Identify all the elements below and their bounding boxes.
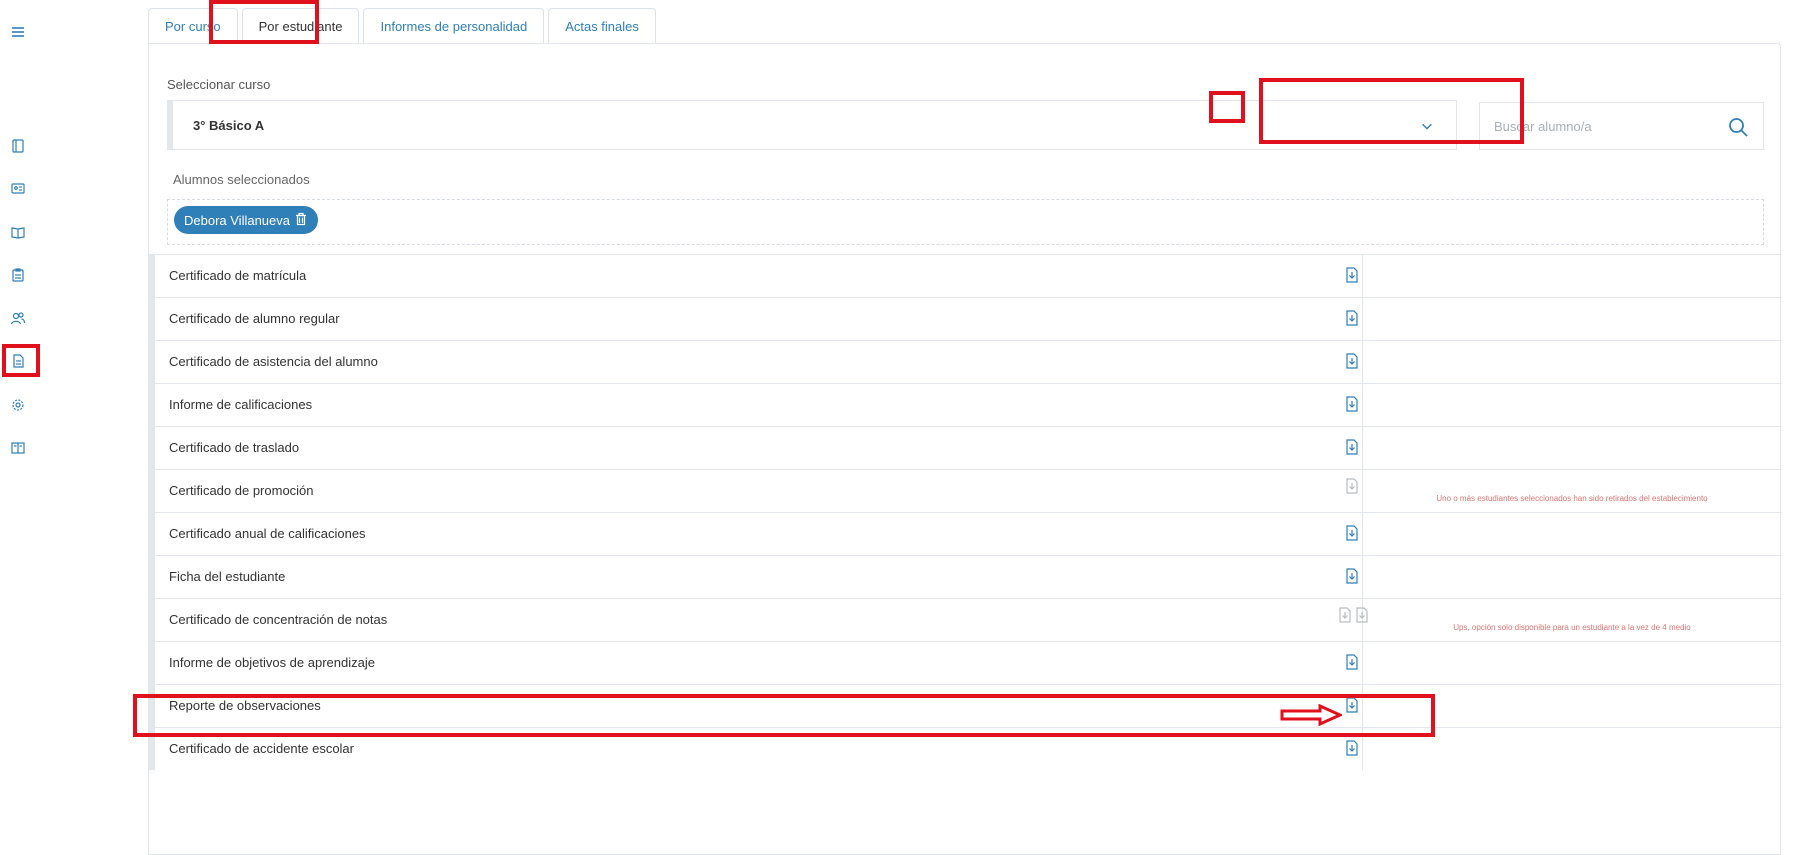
table-row: Certificado de matrícula — [149, 254, 1782, 297]
document-label: Certificado de promoción — [169, 483, 314, 498]
document-label: Certificado de concentración de notas — [169, 612, 388, 627]
document-label: Certificado de traslado — [169, 440, 300, 455]
table-row: Informe de calificaciones — [149, 383, 1782, 426]
student-chip-label: Debora Villanueva — [184, 212, 290, 228]
users-icon[interactable] — [8, 308, 28, 328]
download-icon[interactable] — [1345, 740, 1363, 760]
tab-informes-personalidad[interactable]: Informes de personalidad — [363, 8, 545, 44]
course-select-value: 3° Básico A — [193, 117, 265, 133]
warning-text: Uno o más estudiantes seleccionados han … — [1436, 494, 1708, 503]
notebook-icon[interactable] — [8, 136, 28, 156]
table-row: Certificado de promoción Uno o más estudi… — [149, 469, 1782, 512]
sidebar — [0, 0, 50, 855]
documents-table: Certificado de matrícula Certificado de a… — [149, 254, 1782, 770]
table-row: Certificado de alumno regular — [149, 297, 1782, 340]
student-chip[interactable]: Debora Villanueva — [174, 206, 318, 234]
download-icon[interactable] — [1345, 396, 1363, 416]
course-select-label: Seleccionar curso — [167, 77, 271, 92]
book-icon[interactable] — [8, 222, 28, 242]
document-label: Certificado de asistencia del alumno — [169, 354, 378, 369]
download-icon[interactable] — [1345, 353, 1363, 373]
table-row: Ficha del estudiante — [149, 555, 1782, 598]
download-icon[interactable] — [1345, 568, 1363, 588]
tab-por-curso[interactable]: Por curso — [148, 8, 238, 44]
document-label: Certificado anual de calificaciones — [169, 526, 366, 541]
document-label: Certificado de alumno regular — [169, 311, 340, 326]
download-icon[interactable] — [1345, 525, 1363, 545]
clipboard-icon[interactable] — [8, 265, 28, 285]
table-row: Reporte de observaciones — [149, 684, 1782, 727]
document-label: Informe de calificaciones — [169, 397, 313, 412]
table-row: Certificado de concentración de notas Ups… — [149, 598, 1782, 641]
table-row: Certificado de accidente escolar — [149, 727, 1782, 770]
student-search — [1479, 102, 1764, 150]
document-label: Ficha del estudiante — [169, 569, 286, 584]
selected-students-label: Alumnos seleccionados — [173, 172, 310, 187]
tab-actas-finales[interactable]: Actas finales — [548, 8, 656, 44]
selected-students-area: Debora Villanueva — [167, 199, 1764, 245]
id-card-icon[interactable] — [8, 178, 28, 198]
trash-icon[interactable] — [294, 212, 308, 229]
course-select[interactable]: 3° Básico A — [167, 100, 1457, 150]
table-row: Certificado anual de calificaciones — [149, 512, 1782, 555]
search-icon[interactable] — [1727, 116, 1749, 138]
tab-por-estudiante[interactable]: Por estudiante — [241, 8, 360, 44]
warning-text: Ups, opción solo disponible para un estu… — [1453, 623, 1691, 632]
gear-icon[interactable] — [8, 395, 28, 415]
main-content: Por curso Por estudiante Informes de per… — [148, 8, 1782, 855]
download-icon[interactable] — [1345, 439, 1363, 459]
search-input[interactable] — [1494, 118, 1714, 134]
document-label: Informe de objetivos de aprendizaje — [169, 655, 375, 670]
chevron-down-icon[interactable] — [1418, 117, 1436, 135]
download-icon — [1338, 607, 1356, 627]
document-label: Reporte de observaciones — [169, 698, 321, 713]
document-icon[interactable] — [8, 351, 28, 371]
tab-bar: Por curso Por estudiante Informes de per… — [148, 8, 660, 44]
download-icon — [1345, 478, 1363, 498]
menu-icon[interactable] — [8, 22, 28, 42]
download-icon[interactable] — [1345, 654, 1363, 674]
tab-panel: Seleccionar curso 3° Básico A Alumnos se… — [148, 43, 1782, 855]
arrow-right-icon — [1280, 704, 1342, 726]
open-book-icon[interactable] — [8, 438, 28, 458]
table-row: Certificado de traslado — [149, 426, 1782, 469]
download-icon[interactable] — [1345, 697, 1363, 717]
download-icon[interactable] — [1345, 267, 1363, 287]
table-row: Informe de objetivos de aprendizaje — [149, 641, 1782, 684]
document-label: Certificado de accidente escolar — [169, 741, 354, 756]
document-label: Certificado de matrícula — [169, 268, 307, 283]
download-icon[interactable] — [1345, 310, 1363, 330]
table-row: Certificado de asistencia del alumno — [149, 340, 1782, 383]
